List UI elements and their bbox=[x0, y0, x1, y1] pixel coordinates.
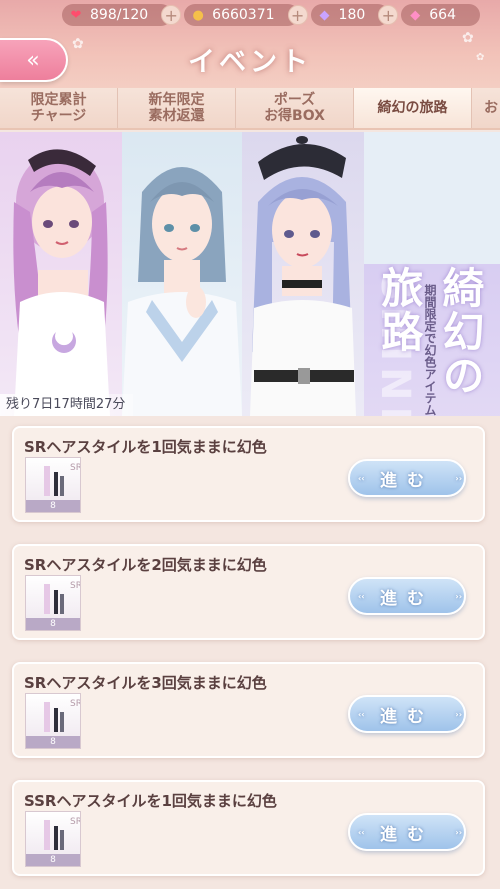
tab-pose-box[interactable]: ポーズ お得BOX bbox=[236, 88, 354, 128]
task-title: SRヘアスタイルを3回気ままに幻色 bbox=[24, 674, 267, 692]
go-button[interactable]: ‹‹ 進む ›› bbox=[348, 459, 466, 497]
tab-label: 限定累計 チャージ bbox=[30, 92, 87, 124]
makeup-brush-icon: SR bbox=[44, 463, 81, 496]
svg-text:SR: SR bbox=[70, 817, 81, 827]
sparkle-icon: ‹‹ bbox=[358, 474, 365, 483]
coin-value: 6660371 bbox=[212, 7, 275, 23]
go-button[interactable]: ‹‹ 進む ›› bbox=[348, 695, 466, 733]
task-card: SSRヘアスタイルを1回気ままに幻色 SR 8 ‹‹ 進む ›› bbox=[12, 780, 485, 876]
reward-count: 8 bbox=[26, 854, 80, 866]
reward-item[interactable]: SR 8 bbox=[25, 693, 81, 749]
tab-label: お bbox=[484, 100, 498, 116]
makeup-brush-icon: SR bbox=[44, 581, 81, 614]
svg-text:SR: SR bbox=[70, 581, 81, 591]
reward-count: 8 bbox=[26, 736, 80, 748]
svg-text:SR: SR bbox=[70, 463, 81, 473]
character-pink-hair bbox=[0, 132, 122, 416]
go-button[interactable]: ‹‹ 進む ›› bbox=[348, 577, 466, 615]
reward-count: 8 bbox=[26, 618, 80, 630]
add-coin-button[interactable]: + bbox=[287, 5, 308, 25]
resource-bar: ❤ 898/120 + ● 6660371 + ◆ 180 + ◆ 664 bbox=[62, 3, 480, 27]
event-tabs: 限定累計 チャージ 新年限定 素材返還 ポーズ お得BOX 綺幻の旅路 お bbox=[0, 88, 500, 130]
add-stamina-button[interactable]: + bbox=[161, 5, 182, 25]
tab-label: 新年限定 素材返還 bbox=[148, 92, 205, 124]
sparkle-icon: ›› bbox=[455, 592, 462, 601]
sparkle-icon: ›› bbox=[455, 828, 462, 837]
task-title: SRヘアスタイルを1回気ままに幻色 bbox=[24, 438, 267, 456]
sparkle-icon: ‹‹ bbox=[358, 710, 365, 719]
task-title: SRヘアスタイルを2回気ままに幻色 bbox=[24, 556, 267, 574]
event-banner[interactable]: SHINE 期間限定で幻色アイテムを獲得 綺幻の旅路 ▼ ▼ ▼ 無料 3 残り… bbox=[0, 132, 500, 416]
character-blue-hair bbox=[122, 132, 242, 416]
sparkle-icon: ‹‹ bbox=[358, 828, 365, 837]
go-button-label: 進む bbox=[380, 824, 434, 845]
pink-diamond-value: 664 bbox=[429, 7, 456, 23]
tab-kigen-journey[interactable]: 綺幻の旅路 bbox=[354, 88, 472, 128]
stamina-value: 898/120 bbox=[90, 7, 149, 23]
diamond-value: 180 bbox=[338, 7, 366, 23]
sparkle-icon: ›› bbox=[455, 710, 462, 719]
reward-count: 8 bbox=[26, 500, 80, 512]
go-button-label: 進む bbox=[380, 588, 434, 609]
tab-next[interactable]: お bbox=[472, 88, 500, 128]
heart-icon: ❤ bbox=[70, 7, 82, 23]
task-card: SRヘアスタイルを2回気ままに幻色 SR 8 ‹‹ 進む ›› bbox=[12, 544, 485, 640]
event-timer: 残り7日17時間27分 bbox=[0, 394, 134, 416]
page-title: イベント bbox=[188, 47, 312, 78]
header: ✿ ✿ ✿ ❤ 898/120 + ● 6660371 + ◆ 180 + ◆ … bbox=[0, 0, 500, 92]
character-lavender-hair bbox=[242, 132, 364, 416]
go-button-label: 進む bbox=[380, 706, 434, 727]
task-card: SRヘアスタイルを1回気ままに幻色 SR 8 ‹‹ 進む ›› bbox=[12, 426, 485, 522]
svg-text:SR: SR bbox=[70, 699, 81, 709]
pink-diamond-icon: ◆ bbox=[410, 7, 421, 23]
diamond-counter: ◆ 180 + bbox=[310, 4, 399, 26]
go-button-label: 進む bbox=[380, 470, 434, 491]
makeup-brush-icon: SR bbox=[44, 699, 81, 732]
tab-limited-charge[interactable]: 限定累計 チャージ bbox=[0, 88, 118, 128]
tab-label: 綺幻の旅路 bbox=[377, 100, 448, 116]
add-diamond-button[interactable]: + bbox=[378, 5, 399, 25]
reward-item[interactable]: SR 8 bbox=[25, 575, 81, 631]
task-card: SRヘアスタイルを3回気ままに幻色 SR 8 ‹‹ 進む ›› bbox=[12, 662, 485, 758]
stamina-counter: ❤ 898/120 + bbox=[62, 4, 182, 26]
reward-item[interactable]: SR 8 bbox=[25, 811, 81, 867]
diamond-icon: ◆ bbox=[319, 7, 330, 23]
tab-newyear-return[interactable]: 新年限定 素材返還 bbox=[118, 88, 236, 128]
pink-diamond-counter: ◆ 664 bbox=[401, 4, 480, 26]
tab-label: ポーズ お得BOX bbox=[264, 92, 325, 124]
task-title: SSRヘアスタイルを1回気ままに幻色 bbox=[24, 792, 277, 810]
sparkle-icon: ›› bbox=[455, 474, 462, 483]
cat-coin-icon: ● bbox=[192, 7, 204, 23]
go-button[interactable]: ‹‹ 進む ›› bbox=[348, 813, 466, 851]
coin-counter: ● 6660371 + bbox=[184, 4, 308, 26]
makeup-brush-icon: SR bbox=[44, 817, 81, 850]
banner-title: 綺幻の旅路 bbox=[375, 266, 485, 398]
sparkle-icon: ‹‹ bbox=[358, 592, 365, 601]
reward-item[interactable]: SR 8 bbox=[25, 457, 81, 513]
